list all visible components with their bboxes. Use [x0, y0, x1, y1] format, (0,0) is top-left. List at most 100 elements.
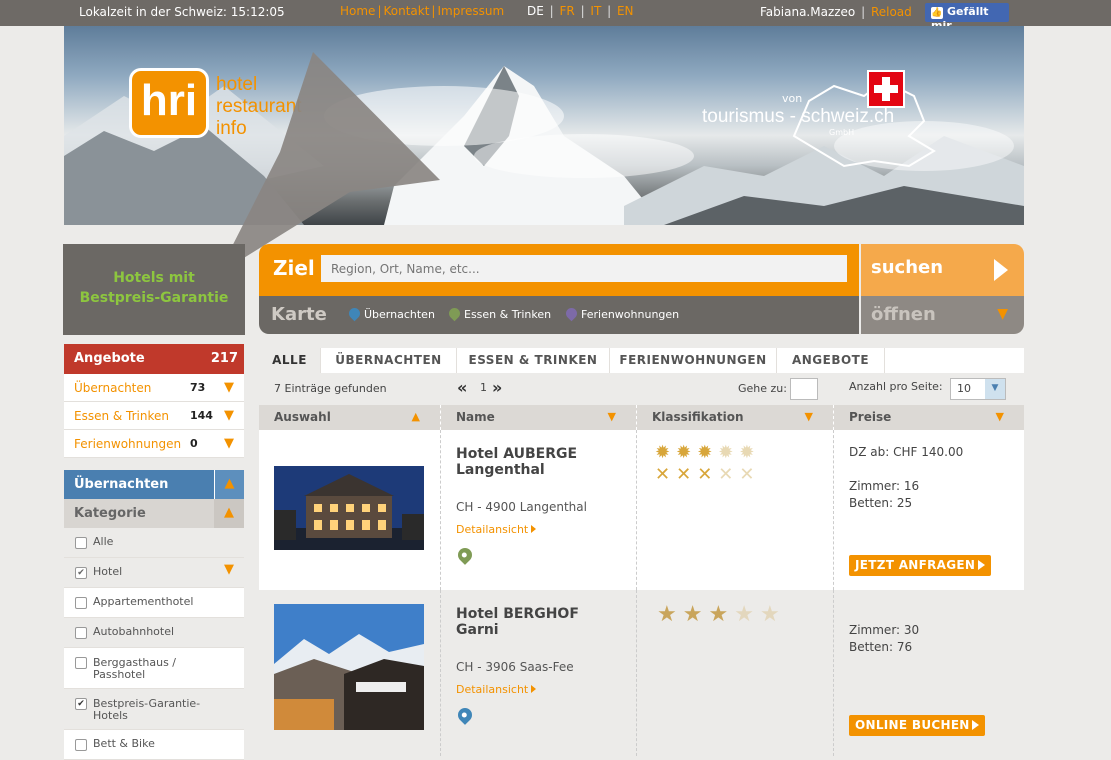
- map-link-ferien[interactable]: Ferienwohnungen: [563, 305, 679, 322]
- result-tabs: ALLE ÜBERNACHTEN ESSEN & TRINKEN FERIENW…: [259, 348, 1024, 373]
- chevron-down-icon[interactable]: ▼: [214, 558, 244, 587]
- checkbox[interactable]: [75, 537, 87, 549]
- map-link-essen[interactable]: Essen & Trinken: [446, 305, 551, 322]
- jetzt-anfragen-button[interactable]: JETZT ANFRAGEN: [849, 555, 991, 576]
- current-page[interactable]: 1: [480, 381, 487, 394]
- checkbox[interactable]: ✔: [75, 698, 87, 710]
- checkbox[interactable]: [75, 657, 87, 669]
- map-open-button[interactable]: öffnen ▼: [861, 296, 1024, 334]
- column-label: Auswahl: [274, 410, 331, 424]
- chevron-down-icon[interactable]: ▼: [214, 430, 244, 457]
- star-icon: ★: [682, 602, 709, 627]
- chevron-up-icon[interactable]: ▲: [214, 499, 244, 528]
- category-autobahnhotel[interactable]: Autobahnhotel: [64, 618, 244, 648]
- hotel-photo[interactable]: [274, 466, 424, 550]
- map-bar: Karte Übernachten Essen & Trinken Ferien…: [259, 296, 859, 334]
- hotel-name-line: Garni: [456, 622, 499, 638]
- col-klassifikation[interactable]: Klassifikation ▼: [637, 405, 834, 430]
- tab-uebernachten[interactable]: ÜBERNACHTEN: [321, 348, 457, 373]
- nav-impressum[interactable]: Impressum: [437, 4, 504, 18]
- category-label: Hotel: [93, 565, 123, 578]
- offer-item-uebernachten[interactable]: Übernachten 73 ▼: [64, 374, 244, 402]
- chevron-down-icon[interactable]: ▼: [608, 410, 616, 423]
- section-uebernachten[interactable]: Übernachten ▲: [64, 470, 244, 499]
- detail-link[interactable]: Detailansicht: [456, 523, 537, 536]
- map-open-label: öffnen: [871, 304, 936, 325]
- sort-up-icon[interactable]: ▲: [412, 410, 420, 423]
- map-link-uebernachten[interactable]: Übernachten: [346, 305, 435, 322]
- chevron-up-icon[interactable]: ▲: [214, 470, 244, 499]
- nav-kontakt[interactable]: Kontakt: [383, 4, 429, 18]
- beds: Betten: 76: [849, 640, 913, 654]
- lang-en[interactable]: EN: [617, 4, 634, 18]
- bestpreis-promo[interactable]: Hotels mit Bestpreis-Garantie: [63, 244, 245, 335]
- category-bestpreis[interactable]: ✔ Bestpreis-Garantie-Hotels: [64, 689, 244, 730]
- offer-label: Übernachten: [74, 381, 152, 395]
- category-hotel[interactable]: ✔ Hotel ▼: [64, 558, 244, 588]
- tab-ferien[interactable]: FERIENWOHNUNGEN: [610, 348, 777, 373]
- star-icon: ★: [657, 602, 683, 627]
- offers-count: 217: [210, 351, 238, 366]
- checkbox[interactable]: [75, 597, 87, 609]
- category-appartementhotel[interactable]: Appartementhotel: [64, 588, 244, 618]
- sun-icon: ✹: [655, 442, 677, 463]
- chevron-down-icon[interactable]: ▼: [214, 402, 244, 429]
- offer-count: 144: [190, 409, 213, 422]
- hotel-name-line: Hotel BERGHOF: [456, 606, 579, 622]
- col-name[interactable]: Name ▼: [441, 405, 637, 430]
- nav-home[interactable]: Home: [340, 4, 375, 18]
- category-header[interactable]: Kategorie ▲: [64, 499, 244, 528]
- chevron-down-icon[interactable]: ▼: [214, 374, 244, 401]
- column-label: Klassifikation: [652, 410, 744, 424]
- hotel-name[interactable]: Hotel AUBERGE Langenthal: [456, 446, 626, 478]
- online-buchen-button[interactable]: ONLINE BUCHEN: [849, 715, 985, 736]
- search-input[interactable]: [321, 255, 847, 282]
- detail-link[interactable]: Detailansicht: [456, 683, 537, 696]
- category-alle[interactable]: Alle: [64, 528, 244, 558]
- facebook-like-button[interactable]: 👍Gefällt mir: [925, 3, 1009, 32]
- hotel-photo[interactable]: [274, 604, 424, 730]
- map-pin-icon[interactable]: [455, 545, 475, 565]
- chevron-down-icon[interactable]: ▼: [996, 410, 1004, 423]
- col-auswahl[interactable]: Auswahl ▲: [259, 405, 441, 430]
- chevron-down-icon: ▼: [985, 379, 1005, 399]
- offer-label: Essen & Trinken: [74, 409, 170, 423]
- hotel-name[interactable]: Hotel BERGHOF Garni: [456, 606, 626, 638]
- hotel-name-line: Langenthal: [456, 462, 545, 478]
- prev-page-icon[interactable]: «: [457, 378, 467, 397]
- lang-de[interactable]: DE: [527, 4, 544, 18]
- partner-name[interactable]: tourismus - schweiz.ch: [702, 106, 894, 128]
- next-page-icon[interactable]: »: [492, 378, 502, 397]
- search-panel: Ziel suchen Karte Übernachten Essen & Tr…: [259, 244, 1024, 334]
- search-button[interactable]: suchen: [861, 244, 1024, 296]
- user-area: Fabiana.Mazzeo | Reload: [760, 5, 912, 19]
- user-name[interactable]: Fabiana.Mazzeo: [760, 5, 855, 19]
- lang-it[interactable]: IT: [590, 4, 601, 18]
- tab-angebote[interactable]: ANGEBOTE: [777, 348, 885, 373]
- offers-title: Angebote: [74, 351, 145, 366]
- detail-label: Detailansicht: [456, 683, 529, 696]
- reload-link[interactable]: Reload: [871, 5, 912, 19]
- tab-alle[interactable]: ALLE: [259, 348, 321, 373]
- checkbox[interactable]: [75, 739, 87, 751]
- section-title: Übernachten: [74, 477, 169, 492]
- goto-page-input[interactable]: [790, 378, 818, 400]
- col-preise[interactable]: Preise ▼: [834, 405, 1024, 430]
- checkbox[interactable]: ✔: [75, 567, 87, 579]
- tab-essen[interactable]: ESSEN & TRINKEN: [457, 348, 610, 373]
- lang-fr[interactable]: FR: [560, 4, 575, 18]
- hri-logo-icon[interactable]: hri: [129, 68, 209, 138]
- offer-item-essen[interactable]: Essen & Trinken 144 ▼: [64, 402, 244, 430]
- cell-rating: ★★★★★: [637, 590, 834, 756]
- category-berggasthaus[interactable]: Berggasthaus / Passhotel: [64, 648, 244, 689]
- map-pin-icon[interactable]: [455, 705, 475, 725]
- offer-label: Ferienwohnungen: [74, 437, 182, 451]
- cta-label: JETZT ANFRAGEN: [855, 558, 976, 572]
- offer-item-ferien[interactable]: Ferienwohnungen 0 ▼: [64, 430, 244, 458]
- per-page-select[interactable]: 10 ▼: [950, 378, 1006, 400]
- offers-header[interactable]: Angebote 217: [64, 344, 244, 374]
- checkbox[interactable]: [75, 627, 87, 639]
- map-pin-icon: [563, 305, 580, 322]
- cta-label: ONLINE BUCHEN: [855, 718, 970, 732]
- chevron-down-icon[interactable]: ▼: [805, 410, 813, 423]
